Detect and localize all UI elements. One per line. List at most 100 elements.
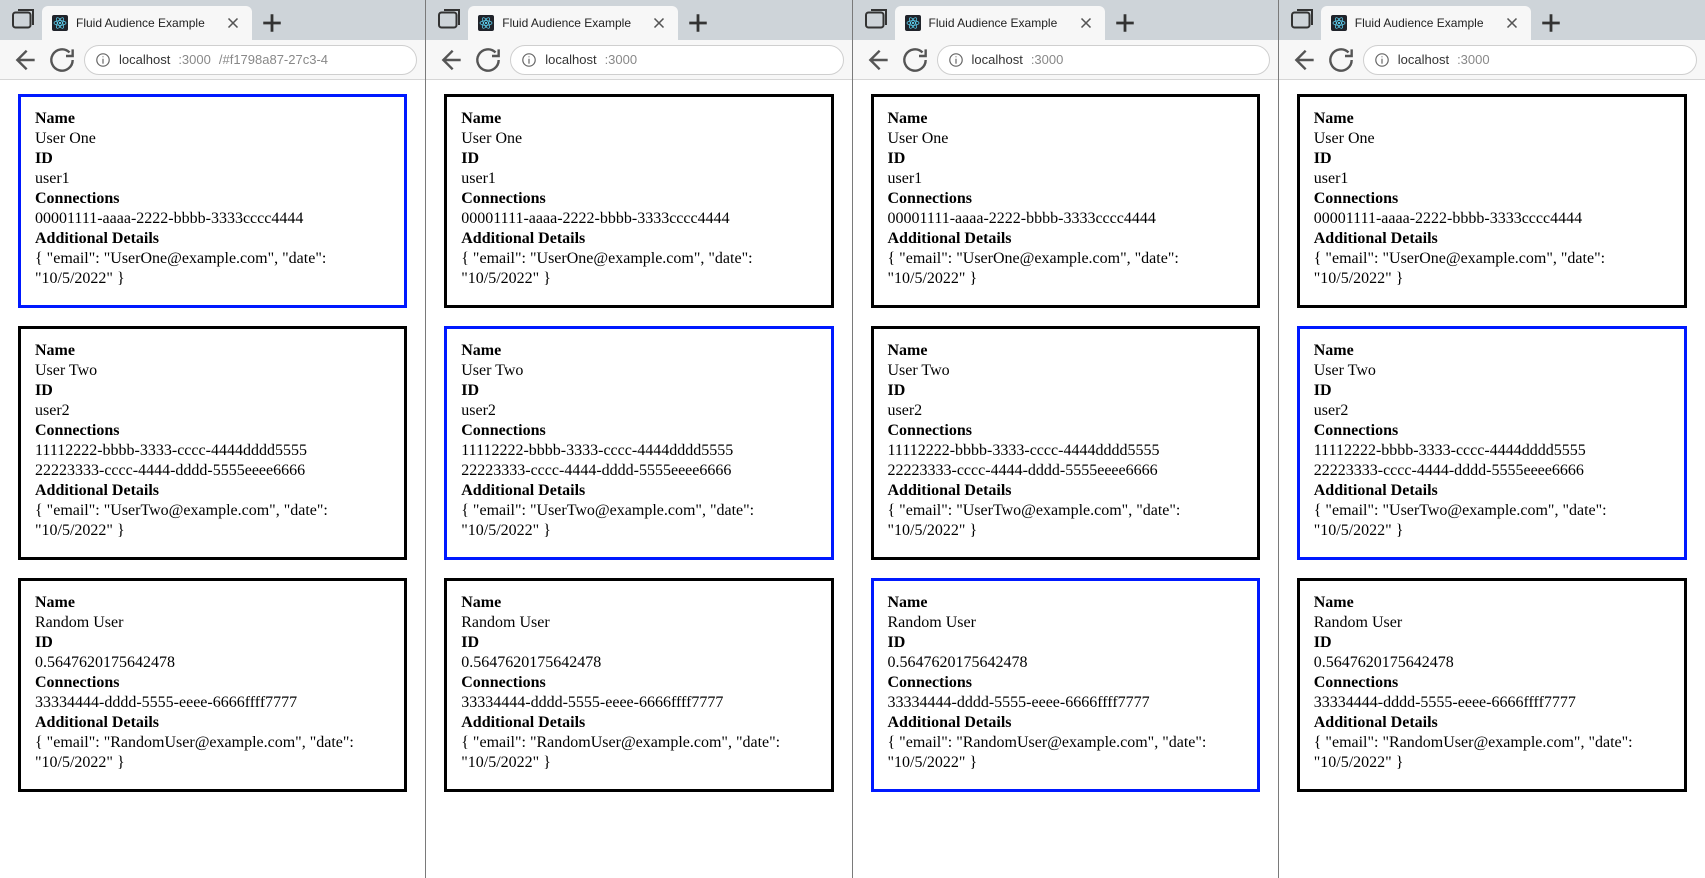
tab-strip: Fluid Audience Example <box>426 0 851 40</box>
browser-window: Fluid Audience Example localhost:3000 Name… <box>853 0 1279 878</box>
value-additional-details: { "email": "UserTwo@example.com", "date"… <box>1314 501 1670 541</box>
label-connections: Connections <box>888 421 1243 441</box>
address-host: localhost <box>545 52 596 67</box>
value-id: 0.5647620175642478 <box>888 653 1243 673</box>
refresh-button[interactable] <box>472 44 504 76</box>
close-icon[interactable] <box>224 14 242 32</box>
user-card[interactable]: NameRandom UserID0.5647620175642478Conne… <box>18 578 407 792</box>
value-additional-details: { "email": "UserOne@example.com", "date"… <box>1314 249 1670 289</box>
value-additional-details: { "email": "UserOne@example.com", "date"… <box>888 249 1243 289</box>
user-card[interactable]: NameRandom UserID0.5647620175642478Conne… <box>871 578 1260 792</box>
label-name: Name <box>1314 109 1670 129</box>
site-info-icon[interactable] <box>521 52 537 68</box>
user-card[interactable]: NameRandom UserID0.5647620175642478Conne… <box>1297 578 1687 792</box>
address-bar[interactable]: localhost:3000 <box>937 45 1270 75</box>
browser-tab[interactable]: Fluid Audience Example <box>895 6 1105 40</box>
page-content: NameUser OneIDuser1Connections00001111-a… <box>853 80 1278 878</box>
user-card[interactable]: NameUser TwoIDuser2Connections11112222-b… <box>871 326 1260 560</box>
value-name: Random User <box>888 613 1243 633</box>
value-connection: 22223333-cccc-4444-dddd-5555eeee6666 <box>461 461 816 481</box>
value-connection: 00001111-aaaa-2222-bbbb-3333cccc4444 <box>35 209 390 229</box>
label-name: Name <box>461 109 816 129</box>
label-additional-details: Additional Details <box>1314 481 1670 501</box>
value-id: 0.5647620175642478 <box>1314 653 1670 673</box>
address-bar[interactable]: localhost:3000 <box>510 45 843 75</box>
address-port: :3000 <box>1457 52 1490 67</box>
label-id: ID <box>888 149 1243 169</box>
back-button[interactable] <box>8 44 40 76</box>
react-icon <box>478 15 494 31</box>
user-card[interactable]: NameUser TwoIDuser2Connections11112222-b… <box>444 326 833 560</box>
label-connections: Connections <box>35 421 390 441</box>
value-name: User Two <box>461 361 816 381</box>
value-id: user2 <box>35 401 390 421</box>
site-info-icon[interactable] <box>948 52 964 68</box>
close-icon[interactable] <box>1503 14 1521 32</box>
address-path: /#f1798a87-27c3-4 <box>219 52 328 67</box>
close-icon[interactable] <box>650 14 668 32</box>
user-card[interactable]: NameUser TwoIDuser2Connections11112222-b… <box>18 326 407 560</box>
tab-title: Fluid Audience Example <box>929 16 1069 30</box>
browser-tab[interactable]: Fluid Audience Example <box>42 6 252 40</box>
label-additional-details: Additional Details <box>888 229 1243 249</box>
new-tab-button[interactable] <box>1537 9 1565 37</box>
label-connections: Connections <box>1314 673 1670 693</box>
value-connection: 00001111-aaaa-2222-bbbb-3333cccc4444 <box>1314 209 1670 229</box>
browser-toolbar: localhost:3000 <box>853 40 1278 80</box>
label-name: Name <box>888 109 1243 129</box>
address-bar[interactable]: localhost:3000 <box>1363 45 1697 75</box>
value-additional-details: { "email": "UserOne@example.com", "date"… <box>461 249 816 289</box>
browser-tab[interactable]: Fluid Audience Example <box>1321 6 1531 40</box>
new-tab-button[interactable] <box>684 9 712 37</box>
value-name: Random User <box>1314 613 1670 633</box>
label-id: ID <box>461 381 816 401</box>
label-additional-details: Additional Details <box>35 713 390 733</box>
tab-title: Fluid Audience Example <box>1355 16 1495 30</box>
value-id: 0.5647620175642478 <box>35 653 390 673</box>
value-additional-details: { "email": "RandomUser@example.com", "da… <box>888 733 1243 773</box>
site-info-icon[interactable] <box>95 52 111 68</box>
address-bar[interactable]: localhost:3000/#f1798a87-27c3-4 <box>84 45 417 75</box>
tab-strip: Fluid Audience Example <box>853 0 1278 40</box>
value-connection: 33334444-dddd-5555-eeee-6666ffff7777 <box>461 693 816 713</box>
refresh-button[interactable] <box>1325 44 1357 76</box>
react-icon <box>905 15 921 31</box>
value-id: user2 <box>1314 401 1670 421</box>
value-connection: 11112222-bbbb-3333-cccc-4444dddd5555 <box>1314 441 1670 461</box>
new-tab-button[interactable] <box>1111 9 1139 37</box>
react-icon <box>1331 15 1347 31</box>
user-card[interactable]: NameUser TwoIDuser2Connections11112222-b… <box>1297 326 1687 560</box>
user-card[interactable]: NameUser OneIDuser1Connections00001111-a… <box>1297 94 1687 308</box>
label-name: Name <box>35 341 390 361</box>
value-name: User One <box>1314 129 1670 149</box>
user-card[interactable]: NameUser OneIDuser1Connections00001111-a… <box>444 94 833 308</box>
value-connection: 00001111-aaaa-2222-bbbb-3333cccc4444 <box>461 209 816 229</box>
value-id: user2 <box>461 401 816 421</box>
label-name: Name <box>35 109 390 129</box>
value-name: User One <box>461 129 816 149</box>
page-content: NameUser OneIDuser1Connections00001111-a… <box>0 80 425 878</box>
new-tab-button[interactable] <box>258 9 286 37</box>
value-additional-details: { "email": "UserTwo@example.com", "date"… <box>888 501 1243 541</box>
refresh-button[interactable] <box>899 44 931 76</box>
tab-actions-icon[interactable] <box>1287 5 1317 35</box>
user-card[interactable]: NameUser OneIDuser1Connections00001111-a… <box>871 94 1260 308</box>
refresh-button[interactable] <box>46 44 78 76</box>
label-additional-details: Additional Details <box>461 481 816 501</box>
tab-actions-icon[interactable] <box>861 5 891 35</box>
user-card[interactable]: NameUser OneIDuser1Connections00001111-a… <box>18 94 407 308</box>
back-button[interactable] <box>861 44 893 76</box>
tab-title: Fluid Audience Example <box>76 16 216 30</box>
browser-tab[interactable]: Fluid Audience Example <box>468 6 678 40</box>
tab-actions-icon[interactable] <box>434 5 464 35</box>
back-button[interactable] <box>434 44 466 76</box>
close-icon[interactable] <box>1077 14 1095 32</box>
value-id: 0.5647620175642478 <box>461 653 816 673</box>
label-connections: Connections <box>461 673 816 693</box>
tab-actions-icon[interactable] <box>8 5 38 35</box>
user-card[interactable]: NameRandom UserID0.5647620175642478Conne… <box>444 578 833 792</box>
back-button[interactable] <box>1287 44 1319 76</box>
label-additional-details: Additional Details <box>1314 713 1670 733</box>
site-info-icon[interactable] <box>1374 52 1390 68</box>
value-name: User One <box>35 129 390 149</box>
